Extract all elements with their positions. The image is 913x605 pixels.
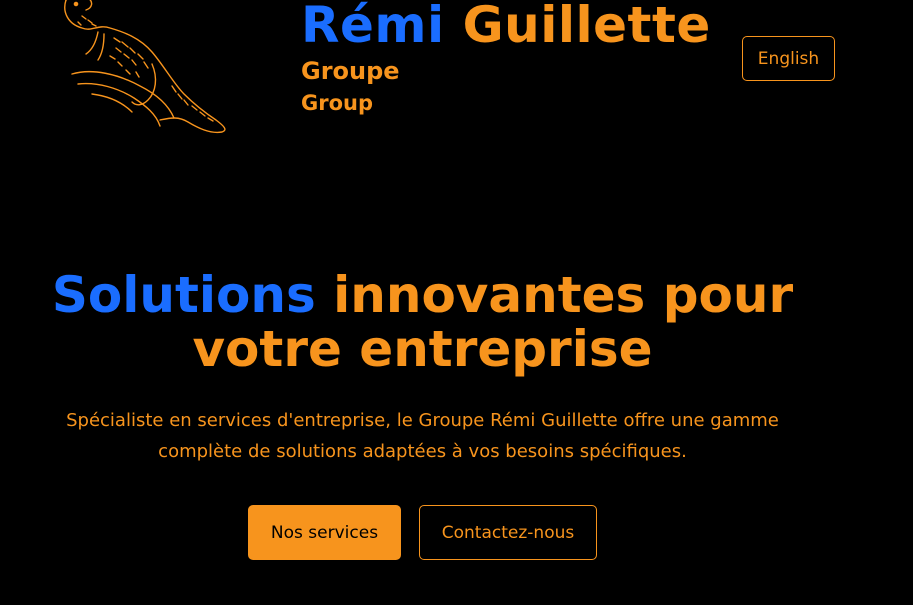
hero-title: Solutions innovantes pour votre entrepris… bbox=[0, 268, 845, 376]
brand-last-name: Guillette bbox=[462, 0, 711, 54]
hero-title-accent: Solutions bbox=[51, 266, 316, 324]
beaver-icon bbox=[64, 0, 226, 134]
brand[interactable]: Rémi Guillette Groupe Group bbox=[301, 0, 711, 120]
brand-title: Rémi Guillette bbox=[301, 0, 711, 56]
contact-button[interactable]: Contactez-nous bbox=[419, 505, 597, 560]
hero-description: Spécialiste en services d'entreprise, le… bbox=[50, 405, 795, 467]
brand-subtitle-en: Group bbox=[301, 91, 374, 115]
language-button[interactable]: English bbox=[742, 36, 835, 81]
page: Rémi Guillette Groupe Group English Solu… bbox=[0, 0, 913, 605]
hero-title-rest: innovantes pour bbox=[315, 266, 794, 324]
hero-description-line2: complète de solutions adaptées à vos bes… bbox=[158, 441, 687, 462]
services-button[interactable]: Nos services bbox=[248, 505, 401, 560]
brand-first-name: Rémi bbox=[301, 0, 445, 54]
hero-title-line2: votre entreprise bbox=[192, 320, 653, 378]
hero-description-line1: Spécialiste en services d'entreprise, le… bbox=[66, 410, 779, 431]
brand-subtitle-fr: Groupe bbox=[301, 57, 400, 85]
